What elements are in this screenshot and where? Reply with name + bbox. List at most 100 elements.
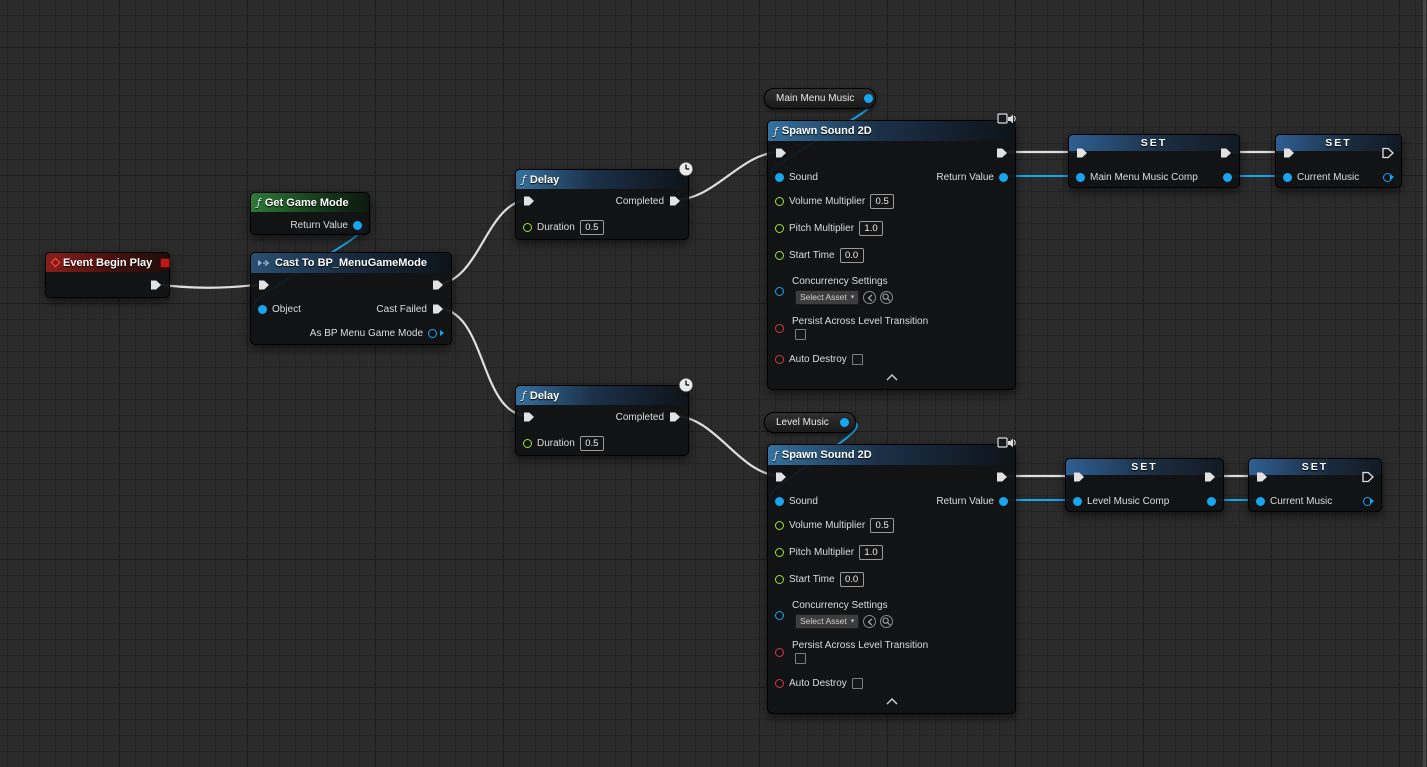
current-music-in-pin[interactable]: [1256, 496, 1265, 506]
volume-multiplier-pin[interactable]: [775, 196, 784, 206]
delay-node-bottom[interactable]: ƒ Delay Completed Duration: [515, 377, 694, 456]
spawn-sound-2d-header[interactable]: ƒ Spawn Sound 2D: [768, 445, 1015, 465]
main-menu-music-out-pin[interactable]: [864, 94, 874, 103]
duration-pin[interactable]: [523, 222, 532, 232]
cast-failed-exec-pin[interactable]: [432, 303, 444, 315]
spawn-sound-2d-node-bottom[interactable]: ƒ Spawn Sound 2D Sound Return Value Volu…: [767, 437, 1016, 714]
exec-in-pin[interactable]: [523, 195, 535, 207]
volume-multiplier-label: Volume Multiplier: [789, 195, 866, 207]
collapse-node-chevron-icon[interactable]: [885, 692, 898, 710]
level-music-comp-in-pin[interactable]: [1073, 496, 1082, 506]
exec-in-pin[interactable]: [775, 471, 787, 483]
auto-destroy-pin[interactable]: [775, 354, 784, 364]
exec-out-pin[interactable]: [432, 279, 444, 291]
start-time-input[interactable]: [839, 571, 864, 587]
level-music-variable-node[interactable]: Level Music: [764, 412, 856, 433]
pitch-multiplier-pin[interactable]: [775, 223, 784, 233]
chevron-down-icon: ▾: [850, 294, 855, 301]
pitch-multiplier-input[interactable]: [859, 220, 884, 236]
persist-across-level-transition-pin[interactable]: [775, 324, 784, 333]
level-music-out-pin[interactable]: [840, 418, 849, 427]
concurrency-asset-select[interactable]: Select Asset ▾: [795, 290, 860, 305]
exec-out-pin[interactable]: [1220, 147, 1232, 159]
concurrency-asset-select[interactable]: Select Asset ▾: [795, 614, 860, 629]
spawn-sound-2d-node-top[interactable]: ƒ Spawn Sound 2D Sound Return Value Volu…: [767, 113, 1016, 390]
pin-arrow-icon: [1390, 174, 1394, 180]
use-selected-asset-button[interactable]: [863, 615, 877, 628]
exec-out-pin[interactable]: [1382, 147, 1394, 159]
exec-in-pin[interactable]: [258, 279, 270, 291]
event-begin-play-title: Event Begin Play: [63, 256, 153, 269]
auto-destroy-checkbox[interactable]: [851, 353, 863, 365]
persist-across-level-transition-pin[interactable]: [775, 648, 784, 657]
event-begin-play-node[interactable]: Event Begin Play: [45, 252, 171, 298]
use-selected-asset-button[interactable]: [863, 291, 877, 304]
exec-in-pin[interactable]: [1073, 471, 1085, 483]
exec-out-pin[interactable]: [150, 279, 162, 291]
function-icon: ƒ: [522, 389, 526, 402]
set-current-music-node-top[interactable]: SET Current Music: [1275, 134, 1402, 188]
auto-destroy-checkbox[interactable]: [851, 677, 863, 689]
concurrency-settings-pin[interactable]: [775, 287, 784, 296]
pitch-multiplier-pin[interactable]: [775, 547, 784, 557]
start-time-pin[interactable]: [775, 250, 784, 260]
scrollbar-vertical[interactable]: [1423, 0, 1426, 767]
main-menu-music-comp-label: Main Menu Music Comp: [1090, 171, 1198, 183]
collapse-node-chevron-icon[interactable]: [885, 368, 898, 386]
exec-in-pin[interactable]: [775, 147, 787, 159]
volume-multiplier-input[interactable]: [870, 193, 895, 209]
level-music-comp-label: Level Music Comp: [1087, 495, 1170, 507]
return-value-pin[interactable]: [353, 220, 362, 230]
duration-input[interactable]: [579, 435, 604, 451]
main-menu-music-variable-node[interactable]: Main Menu Music: [764, 88, 876, 109]
event-begin-play-header[interactable]: Event Begin Play: [46, 253, 171, 272]
exec-in-pin[interactable]: [1076, 147, 1088, 159]
volume-multiplier-pin[interactable]: [775, 520, 784, 530]
set-main-menu-music-comp-node[interactable]: SET Main Menu Music Comp: [1068, 134, 1240, 188]
get-game-mode-node[interactable]: ƒ Get Game Mode Return Value: [250, 192, 370, 235]
exec-in-pin[interactable]: [1283, 147, 1295, 159]
set-level-music-comp-node[interactable]: SET Level Music Comp: [1065, 458, 1224, 512]
persist-checkbox[interactable]: [795, 329, 806, 340]
cast-header[interactable]: Cast To BP_MenuGameMode: [251, 253, 451, 273]
sound-pin[interactable]: [775, 496, 784, 506]
duration-pin[interactable]: [523, 438, 532, 448]
level-music-comp-out-pin[interactable]: [1207, 496, 1216, 506]
duration-input[interactable]: [579, 219, 604, 235]
exec-out-pin[interactable]: [996, 471, 1008, 483]
set-current-music-node-bottom[interactable]: SET Current Music: [1248, 458, 1382, 512]
completed-exec-pin[interactable]: [669, 411, 681, 423]
as-bp-menu-game-mode-pin[interactable]: [428, 328, 437, 338]
delay-header[interactable]: ƒ Delay: [516, 386, 688, 405]
completed-exec-pin[interactable]: [669, 195, 681, 207]
browse-asset-button[interactable]: [880, 615, 894, 628]
delay-node-top[interactable]: ƒ Delay Completed Duration: [515, 161, 694, 240]
sound-pin[interactable]: [775, 172, 784, 182]
concurrency-settings-pin[interactable]: [775, 611, 784, 620]
current-music-in-pin[interactable]: [1283, 172, 1292, 182]
exec-in-pin[interactable]: [1256, 471, 1268, 483]
return-value-pin[interactable]: [999, 172, 1008, 182]
exec-out-pin[interactable]: [1204, 471, 1216, 483]
main-menu-music-comp-out-pin[interactable]: [1223, 172, 1232, 182]
object-pin[interactable]: [258, 304, 267, 314]
exec-out-pin[interactable]: [996, 147, 1008, 159]
main-menu-music-comp-in-pin[interactable]: [1076, 172, 1085, 182]
delay-title: Delay: [529, 173, 560, 186]
volume-multiplier-input[interactable]: [870, 517, 895, 533]
auto-destroy-pin[interactable]: [775, 678, 784, 688]
spawn-sound-2d-header[interactable]: ƒ Spawn Sound 2D: [768, 121, 1015, 141]
get-game-mode-header[interactable]: ƒ Get Game Mode: [251, 193, 369, 212]
return-value-pin[interactable]: [999, 496, 1008, 506]
browse-asset-button[interactable]: [880, 291, 894, 304]
exec-out-pin[interactable]: [1362, 471, 1374, 483]
blueprint-graph-canvas[interactable]: Event Begin Play ƒ Get Game Mode Return …: [0, 0, 1427, 767]
cast-to-bp-menugamemode-node[interactable]: Cast To BP_MenuGameMode Object Cast Fail…: [250, 252, 452, 345]
delay-header[interactable]: ƒ Delay: [516, 170, 688, 189]
exec-in-pin[interactable]: [523, 411, 535, 423]
as-bp-menu-game-mode-label: As BP Menu Game Mode: [309, 327, 423, 339]
pitch-multiplier-input[interactable]: [859, 544, 884, 560]
start-time-pin[interactable]: [775, 574, 784, 584]
persist-checkbox[interactable]: [795, 653, 806, 664]
start-time-input[interactable]: [839, 247, 864, 263]
